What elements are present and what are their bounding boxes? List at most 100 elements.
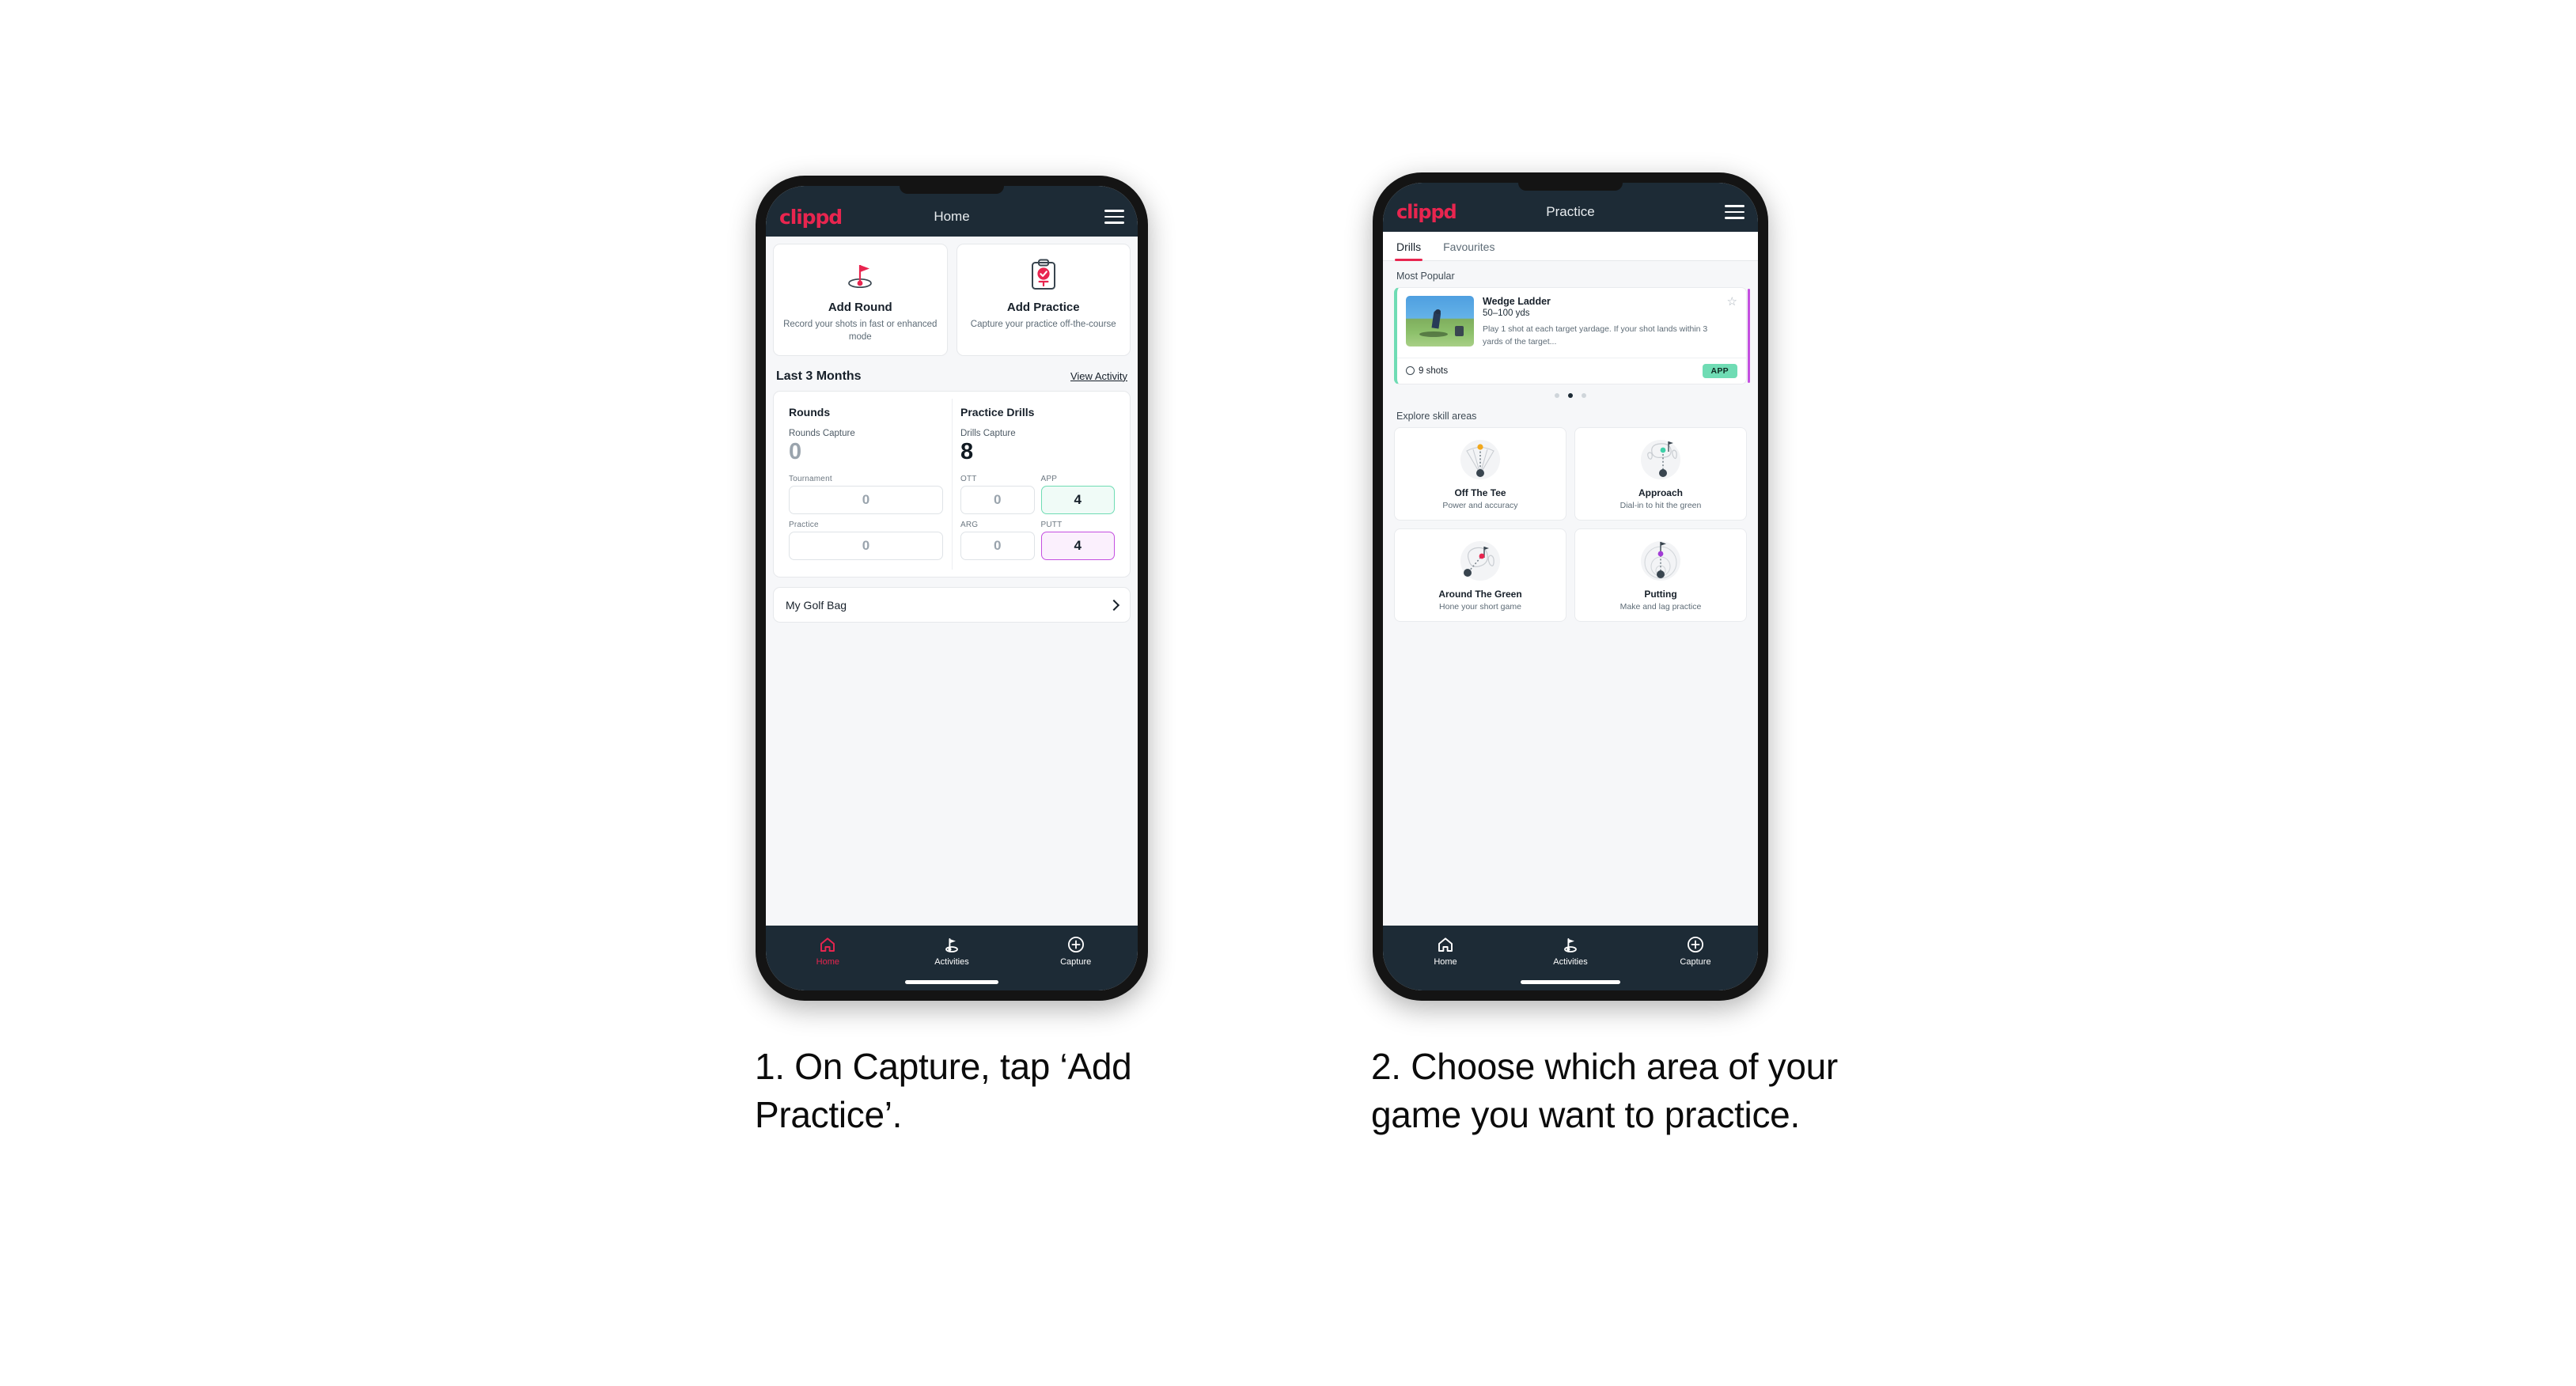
tile-practice[interactable]: Practice 0 xyxy=(789,521,943,561)
tile-value: 0 xyxy=(789,532,943,561)
carousel-dot[interactable] xyxy=(1555,392,1559,398)
drill-description: Play 1 shot at each target yardage. If y… xyxy=(1483,324,1708,346)
tile-ott[interactable]: OTT 0 xyxy=(960,475,1035,515)
view-activity-link[interactable]: View Activity xyxy=(1070,370,1127,382)
skill-subtitle: Hone your short game xyxy=(1439,601,1521,612)
nav-label: Capture xyxy=(1680,957,1711,967)
tab-drills[interactable]: Drills xyxy=(1394,232,1423,261)
caption-step-2: 2. Choose which area of your game you wa… xyxy=(1371,1046,1838,1135)
skill-subtitle: Dial-in to hit the green xyxy=(1619,500,1702,510)
clock-icon xyxy=(1406,366,1415,376)
drill-yardage: 50–100 yds xyxy=(1483,309,1530,318)
quick-actions: Add Round Record your shots in fast or e… xyxy=(773,244,1131,356)
chevron-right-icon xyxy=(1108,599,1120,611)
carousel-dots xyxy=(1383,384,1758,401)
drills-capture-label: Drills Capture xyxy=(960,428,1016,438)
tile-value: 0 xyxy=(960,486,1035,515)
carousel-dot-active[interactable] xyxy=(1568,392,1573,398)
tile-label: Practice xyxy=(789,521,819,530)
clippd-logo[interactable]: clippd xyxy=(1396,201,1457,223)
tutorial-screenshot: clippd Home Add Round Record your shots … xyxy=(0,0,2576,1386)
nav-label: Activities xyxy=(1553,957,1588,967)
rounds-capture-label: Rounds Capture xyxy=(789,428,855,438)
rounds-tiles: Tournament 0 Practice 0 xyxy=(789,475,943,561)
most-popular-label: Most Popular xyxy=(1396,271,1455,282)
rounds-capture-value: 0 xyxy=(789,438,802,464)
tile-label: Tournament xyxy=(789,475,832,484)
plus-circle-icon xyxy=(1013,935,1138,954)
drills-tiles: OTT 0 APP 4 ARG 0 PUTT 4 xyxy=(960,475,1115,561)
skill-card-off-the-tee[interactable]: Off The Tee Power and accuracy xyxy=(1394,426,1566,521)
plus-circle-icon xyxy=(1633,935,1758,954)
skill-title: Off The Tee xyxy=(1454,487,1506,498)
skill-card-approach[interactable]: Approach Dial-in to hit the green xyxy=(1574,426,1747,521)
tile-value: 4 xyxy=(1040,532,1115,561)
nav-label: Activities xyxy=(934,957,969,967)
stats-card: Rounds Rounds Capture 0 Tournament 0 Pra… xyxy=(773,390,1131,578)
add-round-subtitle: Record your shots in fast or enhanced mo… xyxy=(783,320,938,343)
tile-tournament[interactable]: Tournament 0 xyxy=(789,475,943,515)
phone1-content: Add Round Record your shots in fast or e… xyxy=(766,237,1138,926)
nav-item-capture[interactable]: Capture xyxy=(1013,935,1138,967)
add-practice-title: Add Practice xyxy=(1006,301,1080,314)
add-practice-card[interactable]: Add Practice Capture your practice off-t… xyxy=(956,244,1131,356)
drills-capture-value: 8 xyxy=(960,438,974,464)
status-badge: APP xyxy=(1702,363,1737,378)
golf-flag-icon xyxy=(890,935,1014,954)
my-golf-bag-label: My Golf Bag xyxy=(786,598,847,612)
rounds-title: Rounds xyxy=(789,405,831,418)
phone2-content: Drills Favourites Most Popular Wedge Lad… xyxy=(1383,232,1758,926)
home-icon xyxy=(766,935,890,954)
add-round-title: Add Round xyxy=(828,301,892,314)
section-title: Last 3 Months xyxy=(776,369,862,383)
nav-item-home[interactable]: Home xyxy=(766,935,890,967)
tile-label: PUTT xyxy=(1040,521,1063,530)
skill-subtitle: Power and accuracy xyxy=(1442,500,1518,510)
tile-putt[interactable]: PUTT 4 xyxy=(1040,521,1115,561)
star-outline-icon[interactable]: ☆ xyxy=(1727,296,1737,308)
caption-step-1: 1. On Capture, tap ‘Add Practice’. xyxy=(755,1046,1132,1135)
add-practice-subtitle: Capture your practice off-the-course xyxy=(970,320,1116,329)
carousel-scrollbar[interactable] xyxy=(1748,289,1750,383)
nav-item-capture[interactable]: Capture xyxy=(1633,935,1758,967)
tab-favourites[interactable]: Favourites xyxy=(1443,232,1494,260)
putting-rings-icon xyxy=(1580,538,1741,584)
phone2-screen: clippd Practice Drills Favourites Most P… xyxy=(1383,183,1758,990)
phone2-bottom-nav: Home Activities Capture xyxy=(1383,926,1758,990)
tile-label: APP xyxy=(1040,475,1058,484)
drill-shots: 9 shots xyxy=(1406,366,1448,376)
hamburger-icon[interactable] xyxy=(1725,205,1744,219)
tile-value: 0 xyxy=(960,532,1035,561)
add-round-card[interactable]: Add Round Record your shots in fast or e… xyxy=(773,244,948,356)
home-indicator xyxy=(905,980,998,984)
skill-subtitle: Make and lag practice xyxy=(1619,601,1702,612)
clipboard-check-icon xyxy=(964,258,1124,293)
tile-value: 0 xyxy=(789,486,943,515)
my-golf-bag-row[interactable]: My Golf Bag xyxy=(773,587,1131,623)
skill-title: Approach xyxy=(1638,487,1683,498)
home-icon xyxy=(1383,935,1508,954)
golf-flag-icon xyxy=(1508,935,1633,954)
nav-item-home[interactable]: Home xyxy=(1383,935,1508,967)
drill-card-main: Wedge Ladder 50–100 yds Play 1 shot at e… xyxy=(1397,288,1746,358)
activity-section-header: Last 3 Months View Activity xyxy=(773,356,1131,391)
clippd-logo[interactable]: clippd xyxy=(779,206,843,229)
carousel-dot[interactable] xyxy=(1582,392,1586,398)
tile-app[interactable]: APP 4 xyxy=(1040,475,1115,515)
explore-skill-areas-label: Explore skill areas xyxy=(1396,410,1477,422)
skill-title: Putting xyxy=(1644,588,1677,600)
drill-shots-label: 9 shots xyxy=(1419,365,1449,376)
nav-item-activities[interactable]: Activities xyxy=(890,935,1014,967)
skill-card-around-the-green[interactable]: Around The Green Hone your short game xyxy=(1394,528,1566,622)
rounds-column: Rounds Rounds Capture 0 Tournament 0 Pra… xyxy=(781,399,951,570)
skill-card-putting[interactable]: Putting Make and lag practice xyxy=(1574,528,1747,622)
nav-label: Home xyxy=(816,957,839,967)
nav-item-activities[interactable]: Activities xyxy=(1508,935,1633,967)
phone2-notch xyxy=(1518,183,1623,191)
drill-card-wedge-ladder[interactable]: Wedge Ladder 50–100 yds Play 1 shot at e… xyxy=(1394,287,1747,384)
tile-label: OTT xyxy=(960,475,977,484)
hamburger-icon[interactable] xyxy=(1104,210,1124,224)
tee-shot-cone-icon xyxy=(1400,437,1561,483)
drill-carousel: Wedge Ladder 50–100 yds Play 1 shot at e… xyxy=(1383,287,1758,384)
tile-arg[interactable]: ARG 0 xyxy=(960,521,1035,561)
